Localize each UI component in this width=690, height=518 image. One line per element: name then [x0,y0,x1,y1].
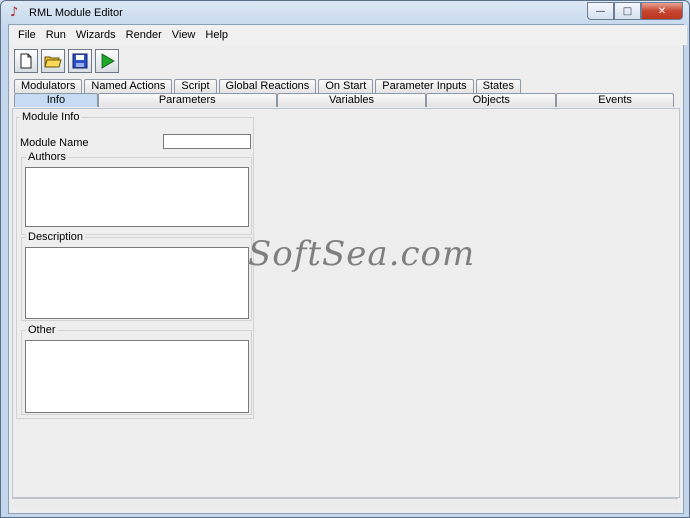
run-button[interactable] [95,49,119,73]
status-bar [12,498,678,509]
description-group: Description [21,231,252,321]
menu-bar: File Run Wizards Render View Help [9,25,687,45]
tab-variables[interactable]: Variables [276,93,427,107]
tab-events[interactable]: Events [556,93,674,107]
menu-file[interactable]: File [13,25,41,45]
tab-row-top: Modulators Named Actions Script Global R… [14,79,523,94]
menu-view[interactable]: View [167,25,201,45]
window-controls: — □ ✕ [587,2,683,20]
new-file-button[interactable] [14,49,38,73]
authors-title: Authors [26,151,68,163]
tab-named-actions[interactable]: Named Actions [84,79,173,93]
minimize-button[interactable]: — [587,2,614,20]
watermark: SoftSea.com [248,234,476,274]
new-file-icon [20,53,32,69]
tab-states[interactable]: States [475,79,521,93]
toolbar [9,46,688,76]
description-title: Description [26,231,86,243]
save-disk-icon [72,53,88,69]
tab-parameter-inputs[interactable]: Parameter Inputs [375,79,474,93]
module-name-label: Module Name [20,137,89,149]
tab-global-reactions[interactable]: Global Reactions [218,79,317,93]
description-textarea[interactable] [25,247,249,319]
other-title: Other [26,324,58,336]
menu-wizards[interactable]: Wizards [71,25,121,45]
module-info-group: Module Info Module Name Authors Descript… [16,111,254,419]
authors-group: Authors [21,151,252,235]
other-textarea[interactable] [25,340,249,413]
run-play-icon [101,53,115,69]
menu-render[interactable]: Render [121,25,167,45]
module-name-input[interactable] [163,134,251,149]
tab-modulators[interactable]: Modulators [14,79,83,93]
module-info-title: Module Info [20,111,82,123]
music-note-icon: ♪ [10,5,19,20]
open-folder-icon [44,56,62,68]
tab-parameters[interactable]: Parameters [97,93,277,107]
close-button[interactable]: ✕ [641,2,683,20]
other-group: Other [21,324,252,415]
tab-on-start[interactable]: On Start [318,79,374,93]
info-panel: Module Info Module Name Authors Descript… [12,108,680,498]
authors-textarea[interactable] [25,167,249,227]
tab-info[interactable]: Info [14,93,98,107]
maximize-button[interactable]: □ [614,2,641,20]
menu-run[interactable]: Run [41,25,71,45]
tab-objects[interactable]: Objects [426,93,557,107]
title-bar[interactable]: ♪ RML Module Editor — □ ✕ [1,1,689,25]
open-folder-button[interactable] [41,49,65,73]
menu-help[interactable]: Help [200,25,233,45]
tab-script[interactable]: Script [174,79,217,93]
tab-row-bottom: Info Parameters Variables Objects Events [14,93,674,108]
window-title: RML Module Editor [29,7,123,19]
save-button[interactable] [68,49,92,73]
